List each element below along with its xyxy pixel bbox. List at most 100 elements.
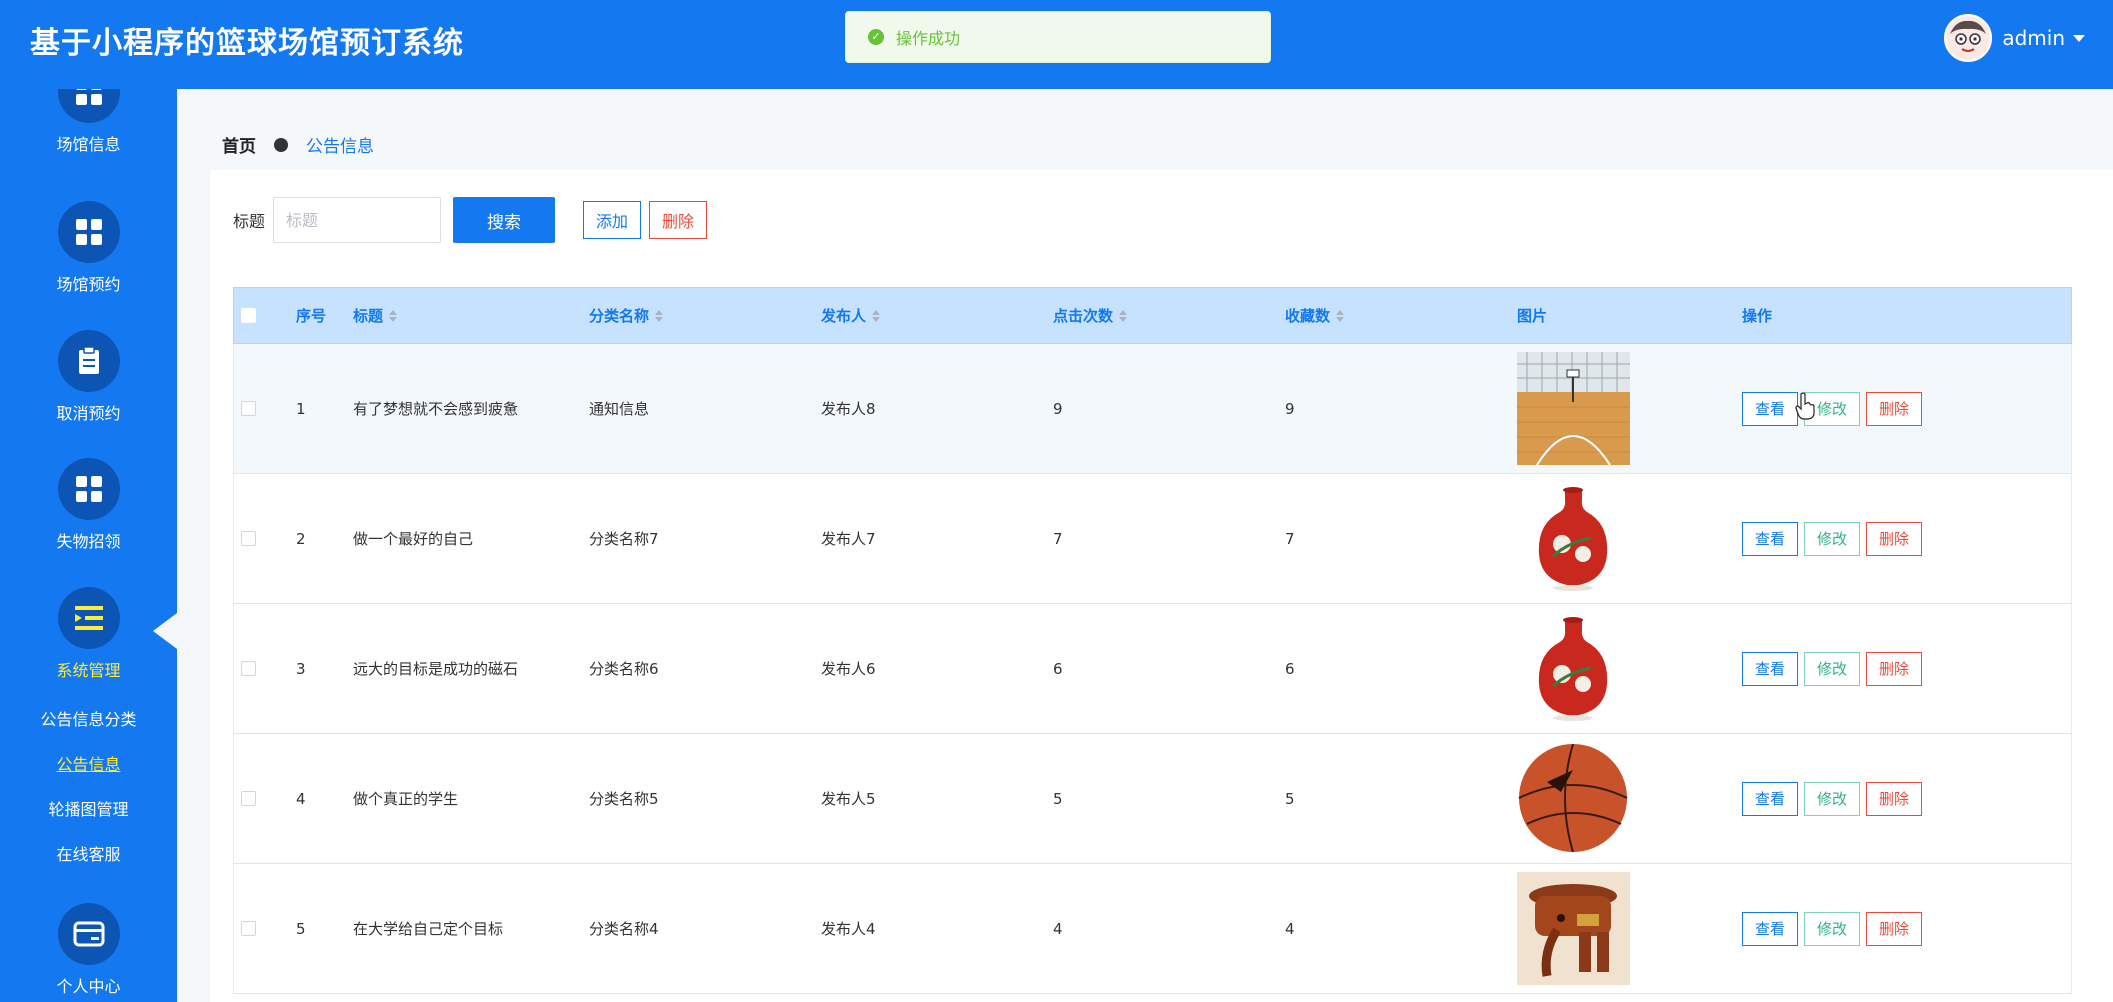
sidebar-item-venue-info[interactable]: 场馆信息 — [0, 89, 177, 155]
check-circle-icon: ✓ — [868, 29, 884, 45]
menu-fold-icon — [57, 587, 120, 649]
row-favorites: 6 — [1285, 659, 1295, 678]
search-bar: 标题 搜索 添加 删除 — [233, 197, 708, 243]
row-clicks: 6 — [1053, 659, 1063, 678]
column-category[interactable]: 分类名称 — [589, 305, 664, 326]
row-checkbox[interactable] — [241, 734, 256, 863]
search-button[interactable]: 搜索 — [453, 197, 556, 243]
sidebar-item-label: 个人中心 — [56, 977, 121, 996]
batch-delete-button[interactable]: 删除 — [649, 201, 708, 239]
sidebar-item-system-management[interactable]: 系统管理 — [0, 587, 177, 681]
row-checkbox[interactable] — [241, 474, 256, 603]
row-publisher: 发布人5 — [821, 790, 876, 808]
row-checkbox[interactable] — [241, 604, 256, 733]
sidebar-item-personal-center[interactable]: 个人中心 — [0, 903, 177, 997]
user-menu[interactable]: admin — [1944, 14, 2085, 62]
grid-icon — [57, 89, 120, 123]
breadcrumb-home[interactable]: 首页 — [222, 132, 256, 157]
sort-icon[interactable] — [389, 309, 398, 322]
view-button[interactable]: 查看 — [1742, 651, 1798, 686]
table-row: 3 远大的目标是成功的磁石 分类名称6 发布人6 6 6 查看 修改 删除 — [233, 604, 2072, 734]
chevron-down-icon[interactable] — [2073, 34, 2085, 42]
row-publisher: 发布人6 — [821, 660, 876, 678]
vase-image — [1517, 612, 1630, 725]
edit-button[interactable]: 修改 — [1804, 651, 1860, 686]
delete-button[interactable]: 删除 — [1866, 781, 1922, 816]
row-category: 通知信息 — [589, 400, 650, 418]
sidebar-item-lost-found[interactable]: 失物招领 — [0, 458, 177, 552]
row-checkbox[interactable] — [241, 864, 256, 993]
delete-button[interactable]: 删除 — [1866, 391, 1922, 426]
sort-icon[interactable] — [1119, 309, 1128, 322]
search-input[interactable] — [273, 197, 442, 243]
view-button[interactable]: 查看 — [1742, 391, 1798, 426]
row-index: 1 — [296, 399, 306, 418]
row-image — [1517, 474, 1630, 603]
row-actions: 查看 修改 删除 — [1742, 734, 1928, 863]
column-index: 序号 — [296, 307, 327, 325]
user-name[interactable]: admin — [2002, 26, 2065, 50]
add-button[interactable]: 添加 — [583, 201, 642, 239]
row-actions: 查看 修改 删除 — [1742, 474, 1928, 603]
view-button[interactable]: 查看 — [1742, 781, 1798, 816]
sidebar-item-label: 系统管理 — [56, 661, 121, 680]
breadcrumb: 首页 公告信息 — [222, 132, 374, 157]
wallet-icon — [57, 903, 120, 965]
delete-button[interactable]: 删除 — [1866, 521, 1922, 556]
row-title: 有了梦想就不会感到疲惫 — [353, 400, 519, 418]
avatar-face-icon — [1946, 16, 1991, 60]
sort-icon[interactable] — [1336, 309, 1345, 322]
column-publisher[interactable]: 发布人 — [821, 305, 881, 326]
row-favorites: 5 — [1285, 789, 1295, 808]
column-title[interactable]: 标题 — [353, 305, 398, 326]
view-button[interactable]: 查看 — [1742, 911, 1798, 946]
row-checkbox[interactable] — [241, 344, 256, 473]
select-all-checkbox[interactable] — [241, 308, 256, 323]
sidebar-item-cancel-booking[interactable]: 取消预约 — [0, 330, 177, 424]
row-favorites: 7 — [1285, 529, 1295, 548]
avatar[interactable] — [1944, 14, 1993, 62]
active-indicator — [153, 613, 177, 649]
row-title: 在大学给自己定个目标 — [353, 920, 504, 938]
sidebar-sub-carousel[interactable]: 轮播图管理 — [0, 796, 177, 820]
basketball-court-image — [1517, 352, 1630, 465]
column-clicks-label: 点击次数 — [1053, 307, 1114, 325]
row-category: 分类名称6 — [589, 660, 659, 678]
row-actions: 查看 修改 删除 — [1742, 344, 1928, 473]
wooden-elephant-image — [1517, 872, 1630, 985]
row-publisher: 发布人7 — [821, 530, 876, 548]
row-clicks: 4 — [1053, 919, 1063, 938]
delete-button[interactable]: 删除 — [1866, 651, 1922, 686]
row-image — [1517, 604, 1630, 733]
sidebar-sub-notice-category[interactable]: 公告信息分类 — [0, 706, 177, 730]
row-publisher: 发布人4 — [821, 920, 876, 938]
row-publisher: 发布人8 — [821, 400, 876, 418]
row-title: 做一个最好的自己 — [353, 530, 474, 548]
column-favorites[interactable]: 收藏数 — [1285, 305, 1345, 326]
sort-icon[interactable] — [872, 309, 881, 322]
sidebar-sub-notice-info[interactable]: 公告信息 — [0, 751, 177, 775]
sidebar: 场馆信息 场馆预约 取消预约 失物招领 系统管理 公告信息分类 公告信息 轮播图… — [0, 89, 177, 1002]
sidebar-item-label: 场馆预约 — [56, 275, 121, 294]
edit-button[interactable]: 修改 — [1804, 781, 1860, 816]
delete-button[interactable]: 删除 — [1866, 911, 1922, 946]
edit-button[interactable]: 修改 — [1804, 911, 1860, 946]
breadcrumb-separator-icon — [274, 137, 288, 152]
breadcrumb-current: 公告信息 — [306, 137, 374, 157]
row-clicks: 9 — [1053, 399, 1063, 418]
sort-icon[interactable] — [655, 309, 664, 322]
basketball-image — [1517, 742, 1630, 855]
sidebar-item-label: 失物招领 — [56, 532, 121, 551]
column-clicks[interactable]: 点击次数 — [1053, 305, 1128, 326]
table-row: 4 做个真正的学生 分类名称5 发布人5 5 5 查看 修改 删除 — [233, 734, 2072, 864]
sidebar-item-label: 场馆信息 — [56, 135, 121, 154]
top-header: 基于小程序的篮球场馆预订系统 ✓ 操作成功 admin — [0, 0, 2113, 89]
sidebar-sub-online-service[interactable]: 在线客服 — [0, 841, 177, 865]
sidebar-item-venue-booking[interactable]: 场馆预约 — [0, 201, 177, 295]
edit-button[interactable]: 修改 — [1804, 521, 1860, 556]
view-button[interactable]: 查看 — [1742, 521, 1798, 556]
row-actions: 查看 修改 删除 — [1742, 864, 1928, 993]
table-header: 序号 标题 分类名称 发布人 点击次数 收藏数 图片 操作 — [233, 287, 2072, 344]
row-actions: 查看 修改 删除 — [1742, 604, 1928, 733]
row-clicks: 5 — [1053, 789, 1063, 808]
